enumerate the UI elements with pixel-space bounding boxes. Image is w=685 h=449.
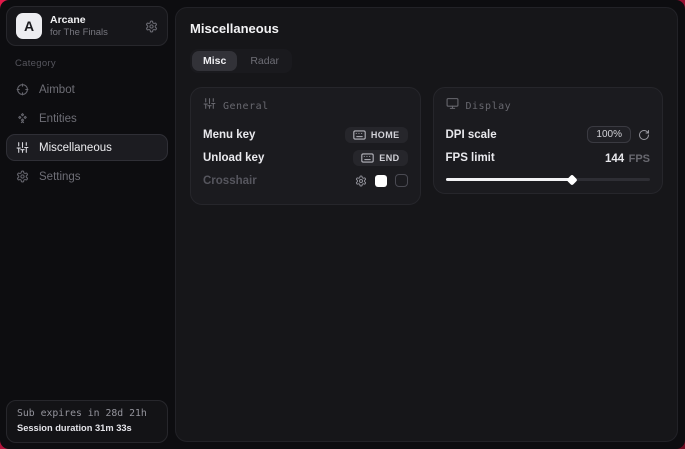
page-title: Miscellaneous (190, 21, 663, 36)
menu-key-value: HOME (371, 130, 400, 140)
general-card: General Menu key HOME Unload key (190, 87, 421, 205)
sidebar-item-entities[interactable]: Entities (6, 105, 168, 132)
tab-group: Misc Radar (190, 49, 292, 73)
slider-fill (446, 178, 573, 181)
fps-limit-slider[interactable] (446, 178, 651, 181)
general-card-title: General (223, 101, 269, 112)
dpi-scale-row: DPI scale 100% (446, 123, 651, 146)
unload-key-label: Unload key (203, 152, 264, 164)
sidebar-item-label: Miscellaneous (39, 142, 112, 154)
gear-icon (16, 170, 29, 183)
app-subtitle: for The Finals (50, 27, 108, 39)
crosshair-color-swatch[interactable] (375, 175, 387, 187)
main-panel: Miscellaneous Misc Radar General Menu ke… (175, 7, 678, 442)
unload-key-value: END (379, 153, 399, 163)
monitor-icon (446, 97, 459, 115)
gear-icon[interactable] (145, 20, 158, 33)
dpi-controls: 100% (587, 126, 650, 143)
crosshair-row: Crosshair (203, 169, 408, 192)
refresh-icon[interactable] (638, 129, 650, 141)
crosshair-checkbox[interactable] (395, 174, 408, 187)
sidebar-item-label: Settings (39, 171, 81, 183)
app-identity: Arcane for The Finals (50, 14, 108, 39)
sidebar-item-aimbot[interactable]: Aimbot (6, 76, 168, 103)
sidebar: A Arcane for The Finals Category Aimbot (0, 0, 174, 449)
dpi-value-badge[interactable]: 100% (587, 126, 631, 143)
cards-row: General Menu key HOME Unload key (190, 87, 663, 205)
tab-radar[interactable]: Radar (239, 51, 290, 71)
keyboard-icon (361, 153, 374, 163)
app-title: Arcane (50, 14, 108, 27)
crosshair-icon (16, 83, 29, 96)
sidebar-item-label: Aimbot (39, 84, 75, 96)
unload-key-bind-button[interactable]: END (353, 150, 407, 166)
sidebar-item-miscellaneous[interactable]: Miscellaneous (6, 134, 168, 161)
menu-key-row: Menu key HOME (203, 123, 408, 146)
general-card-header: General (203, 97, 408, 115)
display-card-title: Display (466, 101, 512, 112)
crosshair-controls (355, 174, 408, 187)
display-card-header: Display (446, 97, 651, 115)
menu-key-label: Menu key (203, 129, 255, 141)
fps-limit-value: 144 FPS (605, 149, 650, 167)
sub-expiry-text: Sub expires in 28d 21h (17, 407, 157, 422)
fps-limit-label: FPS limit (446, 152, 495, 164)
dpi-scale-label: DPI scale (446, 129, 497, 141)
sidebar-item-label: Entities (39, 113, 77, 125)
sidebar-nav: Aimbot Entities Miscellaneous Settings (6, 76, 168, 190)
fps-number: 144 (605, 153, 624, 165)
slider-thumb[interactable] (567, 174, 578, 185)
crosshair-label: Crosshair (203, 175, 257, 187)
app-header-card: A Arcane for The Finals (6, 6, 168, 46)
fps-unit: FPS (629, 153, 650, 165)
sliders-icon (203, 97, 216, 115)
session-duration-text: Session duration 31m 33s (17, 422, 157, 435)
app-logo: A (16, 13, 42, 39)
gear-icon[interactable] (355, 175, 367, 187)
app-window: A Arcane for The Finals Category Aimbot (0, 0, 685, 449)
tab-misc[interactable]: Misc (192, 51, 237, 71)
subscription-status-card: Sub expires in 28d 21h Session duration … (6, 400, 168, 443)
category-label: Category (6, 46, 168, 76)
sliders-icon (16, 141, 29, 154)
sidebar-item-settings[interactable]: Settings (6, 163, 168, 190)
unload-key-row: Unload key END (203, 146, 408, 169)
menu-key-bind-button[interactable]: HOME (345, 127, 408, 143)
entities-icon (16, 112, 29, 125)
keyboard-icon (353, 130, 366, 140)
fps-limit-row: FPS limit 144 FPS (446, 146, 651, 169)
display-card: Display DPI scale 100% FPS limit 144 (433, 87, 664, 194)
